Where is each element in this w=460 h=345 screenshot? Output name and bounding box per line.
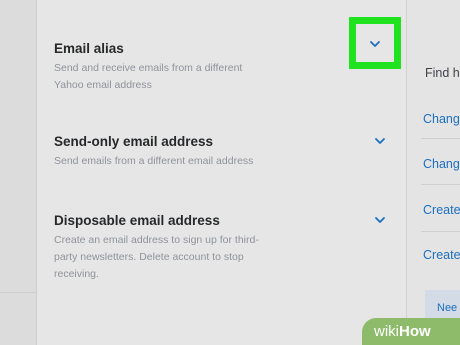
section-description: Create an email address to sign up for t… (54, 232, 354, 283)
wikihow-watermark: wikiHow (362, 318, 460, 345)
help-heading: Find h (425, 66, 460, 80)
divider (421, 231, 460, 232)
section-description: Send and receive emails from a different… (54, 60, 354, 94)
help-link[interactable]: Create (423, 203, 460, 217)
divider (0, 292, 36, 293)
section-email-alias[interactable]: Email alias Send and receive emails from… (54, 41, 354, 94)
description-line: party newsletters. Delete account to sto… (54, 251, 244, 263)
help-link[interactable]: Create (423, 248, 460, 262)
help-sidebar: Find h Chang Chang Create Create Nee (407, 0, 460, 345)
description-line: Create an email address to sign up for t… (54, 234, 259, 246)
description-line: Yahoo email address (54, 79, 152, 91)
section-disposable-email[interactable]: Disposable email address Create an email… (54, 213, 354, 283)
watermark-how: How (399, 323, 431, 340)
help-link[interactable]: Chang (423, 112, 460, 126)
section-title: Send-only email address (54, 134, 214, 149)
section-title: Disposable email address (54, 213, 220, 228)
help-link[interactable]: Chang (423, 157, 460, 171)
chevron-down-icon[interactable] (368, 37, 382, 51)
description-line: receiving. (54, 268, 99, 280)
divider (421, 184, 460, 185)
divider (421, 138, 460, 139)
description-line: Send emails from a different email addre… (54, 155, 254, 167)
main-panel: Email alias Send and receive emails from… (37, 0, 407, 345)
left-nav-strip (0, 0, 37, 345)
section-title: Email alias (54, 41, 124, 56)
section-send-only-email[interactable]: Send-only email address Send emails from… (54, 134, 354, 170)
section-description: Send emails from a different email addre… (54, 153, 354, 170)
description-line: Send and receive emails from a different (54, 62, 243, 74)
chevron-down-icon[interactable] (373, 134, 387, 148)
watermark-wiki: wiki (374, 323, 399, 340)
chevron-down-icon[interactable] (373, 213, 387, 227)
